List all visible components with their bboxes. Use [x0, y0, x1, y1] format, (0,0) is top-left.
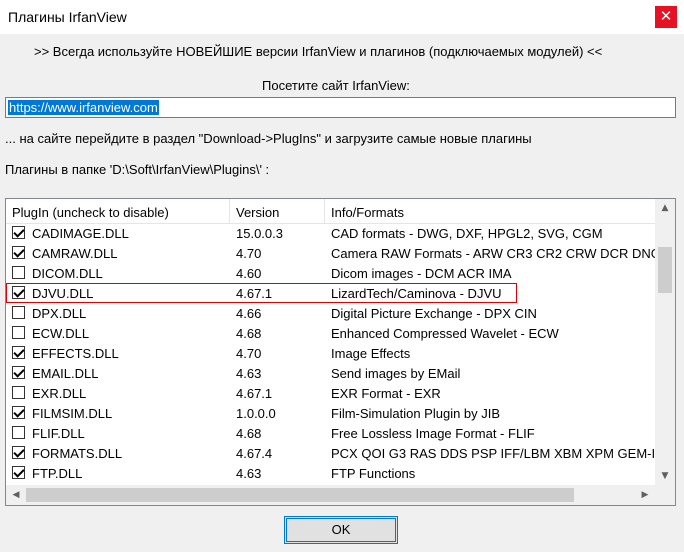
plugin-name: FLIF.DLL	[32, 426, 85, 441]
table-row[interactable]: DICOM.DLL 4.60 Dicom images - DCM ACR IMA	[6, 263, 656, 283]
info-latest-versions: >> Всегда используйте НОВЕЙШИЕ версии Ir…	[34, 44, 603, 59]
plugin-version: 4.66	[236, 306, 262, 321]
plugin-version: 15.0.0.3	[236, 226, 283, 241]
window-title: Плагины IrfanView	[8, 9, 127, 25]
table-row[interactable]: FORMATS.DLL 4.67.4 PCX QOI G3 RAS DDS PSP …	[6, 443, 675, 463]
scroll-right-icon[interactable]: ▶	[635, 486, 655, 504]
plugin-version: 4.68	[236, 326, 262, 341]
list-header: PlugIn (uncheck to disable) Version Info…	[6, 199, 656, 224]
plugin-name: FTP.DLL	[32, 466, 83, 481]
plugin-checkbox[interactable]	[12, 446, 25, 459]
plugin-name: DPX.DLL	[32, 306, 87, 321]
list-rows: CADIMAGE.DLL 15.0.0.3 CAD formats - DWG, D…	[6, 223, 675, 483]
plugin-version: 4.60	[236, 266, 262, 281]
column-header-plugin[interactable]: PlugIn (uncheck to disable)	[6, 199, 230, 223]
plugin-info: CAD formats - DWG, DXF, HPGL2, SVG, CGM	[331, 226, 603, 241]
column-header-info[interactable]: Info/Formats	[325, 199, 656, 223]
horizontal-scrollbar[interactable]: ◀ ▶	[6, 485, 655, 505]
column-header-version[interactable]: Version	[230, 199, 325, 223]
vertical-scroll-thumb[interactable]	[658, 247, 672, 293]
plugin-checkbox[interactable]	[12, 466, 25, 479]
plugins-list[interactable]: PlugIn (uncheck to disable) Version Info…	[5, 198, 676, 506]
plugin-checkbox[interactable]	[12, 306, 25, 319]
horizontal-scroll-thumb[interactable]	[26, 488, 574, 502]
plugin-info: FTP Functions	[331, 466, 416, 481]
plugin-checkbox[interactable]	[12, 366, 25, 379]
table-row[interactable]: FTP.DLL 4.63 FTP Functions	[6, 463, 656, 483]
plugin-version: 1.0.0.0	[236, 406, 276, 421]
plugin-name: ECW.DLL	[32, 326, 90, 341]
plugin-version: 4.70	[236, 346, 262, 361]
table-row[interactable]: EXR.DLL 4.67.1 EXR Format - EXR	[6, 383, 656, 403]
table-row[interactable]: FLIF.DLL 4.68 Free Lossless Image Format -…	[6, 423, 656, 443]
plugin-info: Free Lossless Image Format - FLIF	[331, 426, 535, 441]
scrollbar-corner	[655, 485, 675, 505]
info-visit-site: Посетите сайт IrfanView:	[262, 78, 410, 93]
plugin-info: Dicom images - DCM ACR IMA	[331, 266, 512, 281]
plugin-checkbox[interactable]	[12, 426, 25, 439]
plugin-name: EMAIL.DLL	[32, 366, 99, 381]
plugin-checkbox[interactable]	[12, 226, 25, 239]
plugin-checkbox[interactable]	[12, 266, 25, 279]
scroll-down-icon[interactable]: ▼	[655, 467, 675, 485]
vertical-scrollbar[interactable]: ▲ ▼	[655, 199, 675, 485]
plugin-version: 4.63	[236, 466, 262, 481]
plugin-version: 4.63	[236, 366, 262, 381]
ok-button[interactable]: OK	[284, 516, 398, 544]
plugin-checkbox[interactable]	[12, 406, 25, 419]
title-bar: Плагины IrfanView ✕	[0, 0, 684, 34]
plugin-name: EXR.DLL	[32, 386, 87, 401]
table-row[interactable]: FILMSIM.DLL 1.0.0.0 Film-Simulation Plugin…	[6, 403, 656, 423]
plugin-name: FILMSIM.DLL	[32, 406, 113, 421]
plugin-info: Camera RAW Formats - ARW CR3 CR2 CRW DCR…	[331, 246, 661, 261]
plugin-version: 4.70	[236, 246, 262, 261]
plugin-info: Enhanced Compressed Wavelet - ECW	[331, 326, 559, 341]
table-row[interactable]: CADIMAGE.DLL 15.0.0.3 CAD formats - DWG, D…	[6, 223, 656, 243]
plugin-info: Digital Picture Exchange - DPX CIN	[331, 306, 537, 321]
table-row[interactable]: DPX.DLL 4.66 Digital Picture Exchange - DP…	[6, 303, 656, 323]
plugin-name: CADIMAGE.DLL	[32, 226, 129, 241]
plugin-name: FORMATS.DLL	[32, 446, 123, 461]
plugin-checkbox[interactable]	[12, 346, 25, 359]
plugin-version: 4.67.1	[236, 386, 273, 401]
table-row[interactable]: CAMRAW.DLL 4.70 Camera RAW Formats - ARW C…	[6, 243, 661, 263]
plugins-folder-label: Плагины в папке 'D:\Soft\IrfanView\Plugi…	[5, 162, 270, 177]
plugin-info: Send images by EMail	[331, 366, 461, 381]
plugin-checkbox[interactable]	[12, 286, 25, 299]
table-row[interactable]: EMAIL.DLL 4.63 Send images by EMail	[6, 363, 656, 383]
plugin-version: 4.67.4	[236, 446, 273, 461]
table-row[interactable]: EFFECTS.DLL 4.70 Image Effects	[6, 343, 656, 363]
plugin-version: 4.68	[236, 426, 262, 441]
url-text[interactable]: https://www.irfanview.com	[8, 100, 159, 115]
plugin-info: Image Effects	[331, 346, 411, 361]
plugin-name: CAMRAW.DLL	[32, 246, 118, 261]
url-field[interactable]: https://www.irfanview.com	[5, 97, 676, 118]
plugin-checkbox[interactable]	[12, 386, 25, 399]
scroll-left-icon[interactable]: ◀	[6, 486, 26, 504]
plugin-name: DJVU.DLL	[32, 286, 94, 301]
info-download-hint: ... на сайте перейдите в раздел "Downloa…	[5, 131, 532, 146]
plugin-version: 4.67.1	[236, 286, 273, 301]
plugin-info: LizardTech/Caminova - DJVU	[331, 286, 502, 301]
table-row[interactable]: ECW.DLL 4.68 Enhanced Compressed Wavelet -…	[6, 323, 656, 343]
plugin-name: DICOM.DLL	[32, 266, 103, 281]
scroll-up-icon[interactable]: ▲	[655, 199, 675, 217]
close-button[interactable]: ✕	[655, 6, 677, 28]
table-row[interactable]: DJVU.DLL 4.67.1 LizardTech/Caminova - DJVU	[6, 283, 517, 303]
plugin-info: Film-Simulation Plugin by JIB	[331, 406, 501, 421]
plugin-checkbox[interactable]	[12, 326, 25, 339]
plugin-name: EFFECTS.DLL	[32, 346, 119, 361]
plugin-info: PCX QOI G3 RAS DDS PSP IFF/LBM XBM XPM G…	[331, 446, 676, 461]
plugin-checkbox[interactable]	[12, 246, 25, 259]
plugin-info: EXR Format - EXR	[331, 386, 441, 401]
